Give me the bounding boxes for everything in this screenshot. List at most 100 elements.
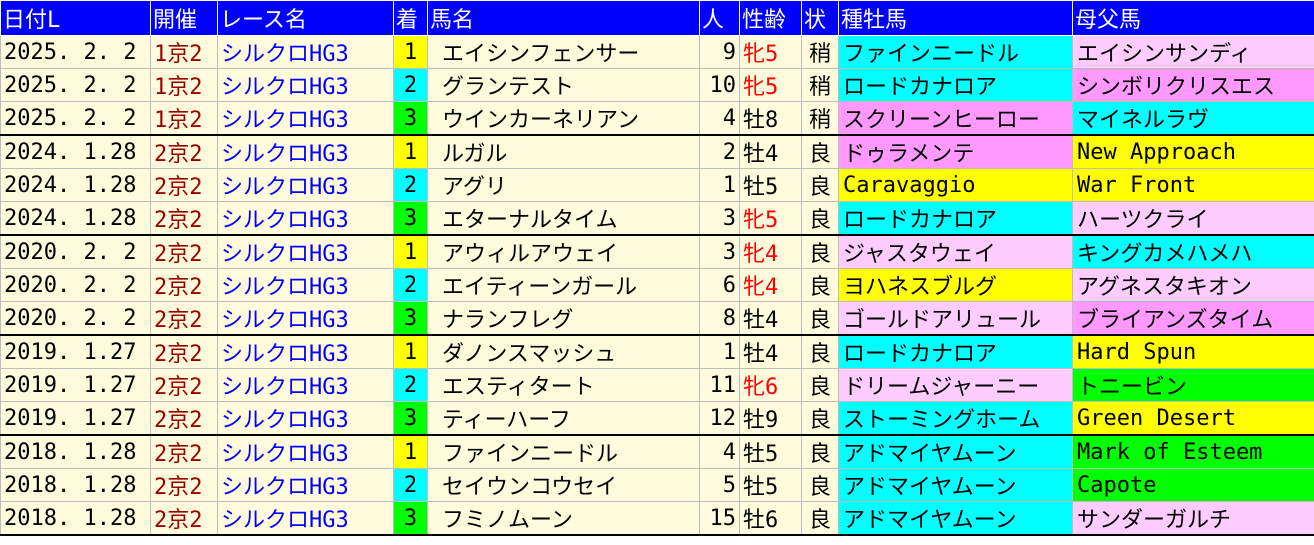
horse-name-cell: エイティーンガール xyxy=(427,268,700,302)
venue-cell: 2京2 xyxy=(150,134,218,169)
venue-cell: 2京2 xyxy=(150,201,218,236)
race-name-cell: シルクロHG3 xyxy=(217,334,394,369)
finish-position-cell: 3 xyxy=(393,301,428,336)
date-cell: 2025. 2. 2 xyxy=(0,35,151,69)
horse-name-cell: セイウンコウセイ xyxy=(427,468,700,502)
sire-cell: アドマイヤムーン xyxy=(838,434,1073,469)
sire-cell: ファインニードル xyxy=(838,35,1073,69)
sire-cell: ドリームジャーニー xyxy=(838,368,1073,402)
date-cell: 2024. 1.28 xyxy=(0,134,151,169)
header-dam-sire[interactable]: 母父馬 xyxy=(1072,0,1314,36)
table-row: 2024. 1.28 2京2 シルクロHG3 1 ルガル 2 牡4 良ドゥラメンテ New Ap… xyxy=(0,134,1314,169)
table-row: 2018. 1.28 2京2 シルクロHG3 2 セイウンコウセイ 5 牡5 良アドマイヤムー… xyxy=(0,468,1314,502)
table-row: 2019. 1.27 2京2 シルクロHG3 2 エスティタート 11 牝6 良ドリームジャー… xyxy=(0,368,1314,402)
popularity-cell: 5 xyxy=(699,468,740,502)
dam-sire-cell: War Front xyxy=(1072,168,1314,202)
track-condition-cell: 良 xyxy=(801,334,839,369)
header-horse[interactable]: 馬名 xyxy=(427,0,700,36)
dam-sire-cell: トニービン xyxy=(1072,368,1314,402)
finish-position-cell: 2 xyxy=(393,468,428,502)
sex-age-cell: 牝4 xyxy=(739,268,802,302)
track-condition-cell: 良 xyxy=(801,368,839,402)
sire-cell: ゴールドアリュール xyxy=(838,301,1073,336)
date-cell: 2025. 2. 2 xyxy=(0,101,151,136)
sire-cell: ストーミングホーム xyxy=(838,401,1073,436)
table-row: 2019. 1.27 2京2 シルクロHG3 1 ダノンスマッシュ 1 牡4 良ロードカナロア… xyxy=(0,334,1314,369)
sex-age-cell: 牝6 xyxy=(739,368,802,402)
dam-sire-cell: ハーツクライ xyxy=(1072,201,1314,236)
dam-sire-cell: シンボリクリスエス xyxy=(1072,68,1314,102)
sire-cell: Caravaggio xyxy=(838,168,1073,202)
date-cell: 2019. 1.27 xyxy=(0,334,151,369)
finish-position-cell: 1 xyxy=(393,35,428,69)
table-row: 2024. 1.28 2京2 シルクロHG3 3 エターナルタイム 3 牝5 良ロードカナロア… xyxy=(0,201,1314,236)
header-sire[interactable]: 種牡馬 xyxy=(838,0,1073,36)
popularity-cell: 10 xyxy=(699,68,740,102)
popularity-cell: 3 xyxy=(699,234,740,269)
race-results-table: 日付L 開催 レース名 着 馬名 人 性齢 状 種牡馬 母父馬 2025. 2.… xyxy=(0,0,1314,536)
results-body: 2025. 2. 2 1京2 シルクロHG3 1 エイシンフェンサー 9 牝5 稍ファインニー… xyxy=(0,35,1314,536)
sire-cell: ドゥラメンテ xyxy=(838,134,1073,169)
sex-age-cell: 牡5 xyxy=(739,168,802,202)
popularity-cell: 4 xyxy=(699,101,740,136)
race-name-cell: シルクロHG3 xyxy=(217,134,394,169)
finish-position-cell: 3 xyxy=(393,501,428,536)
sex-age-cell: 牝4 xyxy=(739,234,802,269)
race-name-cell: シルクロHG3 xyxy=(217,501,394,536)
venue-cell: 2京2 xyxy=(150,168,218,202)
popularity-cell: 1 xyxy=(699,168,740,202)
header-race[interactable]: レース名 xyxy=(217,0,394,36)
date-cell: 2018. 1.28 xyxy=(0,468,151,502)
track-condition-cell: 良 xyxy=(801,234,839,269)
header-venue[interactable]: 開催 xyxy=(150,0,218,36)
finish-position-cell: 2 xyxy=(393,268,428,302)
venue-cell: 2京2 xyxy=(150,468,218,502)
header-track-condition[interactable]: 状 xyxy=(801,0,839,36)
horse-name-cell: グランテスト xyxy=(427,68,700,102)
venue-cell: 1京2 xyxy=(150,101,218,136)
popularity-cell: 11 xyxy=(699,368,740,402)
finish-position-cell: 1 xyxy=(393,234,428,269)
header-sex-age[interactable]: 性齢 xyxy=(739,0,802,36)
header-finish[interactable]: 着 xyxy=(393,0,428,36)
date-cell: 2024. 1.28 xyxy=(0,168,151,202)
finish-position-cell: 3 xyxy=(393,401,428,436)
venue-cell: 2京2 xyxy=(150,368,218,402)
track-condition-cell: 良 xyxy=(801,168,839,202)
sex-age-cell: 牡5 xyxy=(739,468,802,502)
table-row: 2018. 1.28 2京2 シルクロHG3 1 ファインニードル 4 牡5 良アドマイヤムー… xyxy=(0,434,1314,469)
race-name-cell: シルクロHG3 xyxy=(217,401,394,436)
date-cell: 2020. 2. 2 xyxy=(0,268,151,302)
sire-cell: ロードカナロア xyxy=(838,334,1073,369)
sire-cell: アドマイヤムーン xyxy=(838,501,1073,536)
sex-age-cell: 牡4 xyxy=(739,134,802,169)
track-condition-cell: 稍 xyxy=(801,35,839,69)
finish-position-cell: 1 xyxy=(393,334,428,369)
table-row: 2020. 2. 2 2京2 シルクロHG3 2 エイティーンガール 6 牝4 良ヨハネスブル… xyxy=(0,268,1314,302)
venue-cell: 1京2 xyxy=(150,35,218,69)
popularity-cell: 6 xyxy=(699,268,740,302)
finish-position-cell: 2 xyxy=(393,68,428,102)
date-cell: 2025. 2. 2 xyxy=(0,68,151,102)
sex-age-cell: 牡5 xyxy=(739,434,802,469)
sire-cell: アドマイヤムーン xyxy=(838,468,1073,502)
finish-position-cell: 1 xyxy=(393,434,428,469)
race-name-cell: シルクロHG3 xyxy=(217,168,394,202)
track-condition-cell: 良 xyxy=(801,468,839,502)
table-row: 2024. 1.28 2京2 シルクロHG3 2 アグリ 1 牡5 良 Caravaggio Wa… xyxy=(0,168,1314,202)
horse-name-cell: フミノムーン xyxy=(427,501,700,536)
dam-sire-cell: Mark of Esteem xyxy=(1072,434,1314,469)
track-condition-cell: 良 xyxy=(801,301,839,336)
header-popularity[interactable]: 人 xyxy=(699,0,740,36)
track-condition-cell: 良 xyxy=(801,401,839,436)
popularity-cell: 8 xyxy=(699,301,740,336)
table-row: 2025. 2. 2 1京2 シルクロHG3 1 エイシンフェンサー 9 牝5 稍ファインニー… xyxy=(0,35,1314,69)
dam-sire-cell: Hard Spun xyxy=(1072,334,1314,369)
popularity-cell: 1 xyxy=(699,334,740,369)
header-date[interactable]: 日付L xyxy=(0,0,151,36)
horse-name-cell: ルガル xyxy=(427,134,700,169)
race-name-cell: シルクロHG3 xyxy=(217,35,394,69)
horse-name-cell: ナランフレグ xyxy=(427,301,700,336)
dam-sire-cell: エイシンサンディ xyxy=(1072,35,1314,69)
popularity-cell: 3 xyxy=(699,201,740,236)
